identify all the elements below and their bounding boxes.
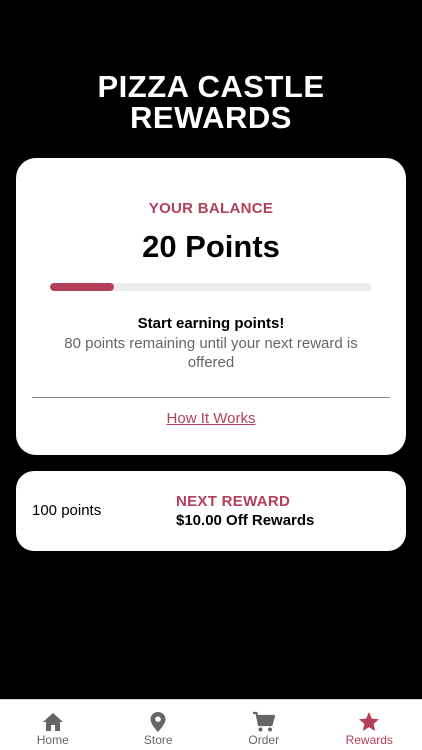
- points-progress-fill: [50, 283, 115, 291]
- page-title-line2: REWARDS: [130, 100, 292, 135]
- page-title: PIZZA CASTLE REWARDS: [0, 71, 422, 133]
- tab-store[interactable]: Store: [106, 700, 212, 750]
- tab-order-label: Order: [248, 733, 280, 747]
- next-reward-card[interactable]: 100 points NEXT REWARD $10.00 Off Reward…: [16, 471, 406, 551]
- home-icon: [42, 713, 63, 731]
- balance-label: YOUR BALANCE: [148, 200, 274, 217]
- bottom-tab-bar: Home Store Order Rewards: [0, 699, 422, 750]
- cart-icon: [252, 711, 275, 732]
- tab-home[interactable]: Home: [0, 700, 106, 750]
- location-pin-icon: [150, 712, 166, 732]
- balance-value: 20 Points: [142, 229, 280, 264]
- rewards-screen: PIZZA CASTLE REWARDS YOUR BALANCE 20 Poi…: [0, 0, 422, 750]
- earn-subtitle: 80 points remaining until your next rewa…: [64, 335, 358, 371]
- reward-points: 100 points: [32, 502, 102, 519]
- how-it-works-link[interactable]: How It Works: [16, 410, 406, 427]
- tab-order[interactable]: Order: [211, 700, 317, 750]
- divider: [32, 397, 390, 398]
- earn-title: Start earning points!: [137, 315, 285, 332]
- tab-rewards-label: Rewards: [345, 733, 393, 747]
- star-icon: [359, 712, 380, 731]
- next-reward-label: NEXT REWARD: [176, 493, 291, 510]
- next-reward-name: $10.00 Off Rewards: [176, 512, 315, 529]
- points-progress-bar: [50, 283, 372, 291]
- tab-home-label: Home: [36, 733, 69, 747]
- tab-rewards[interactable]: Rewards: [317, 700, 422, 750]
- page-title-line1: PIZZA CASTLE: [97, 69, 325, 104]
- balance-card: YOUR BALANCE 20 Points Start earning poi…: [16, 158, 406, 455]
- tab-store-label: Store: [143, 733, 173, 747]
